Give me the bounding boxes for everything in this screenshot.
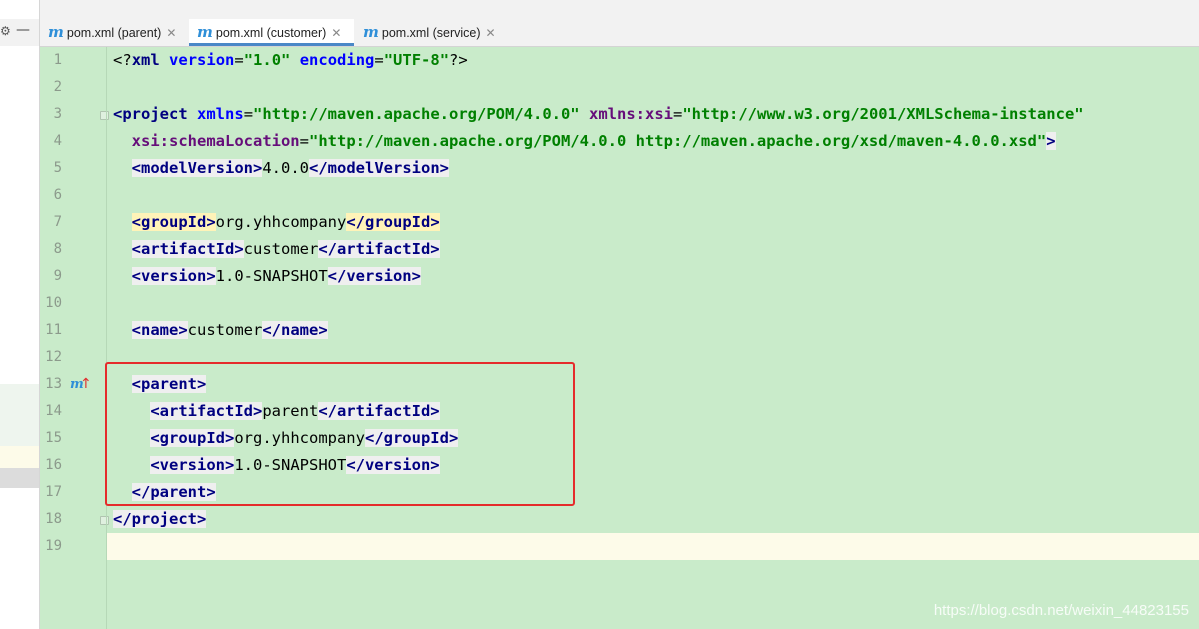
line-number: 10 [45, 295, 62, 311]
fold-toggle-icon[interactable] [100, 111, 109, 120]
tab-pom-service[interactable]: m pom.xml (service) ✕ [355, 19, 507, 46]
current-line-highlight [107, 533, 1199, 560]
fold-toggle-icon[interactable] [100, 516, 109, 525]
maven-icon: m [48, 23, 64, 41]
code-line-7: <groupId>org.yhhcompany</groupId> [131, 213, 440, 231]
line-number: 15 [45, 430, 62, 446]
gutter-divider [106, 47, 107, 629]
editor-tab-bar: m pom.xml (parent) ✕ m pom.xml (customer) ✕ … [40, 19, 1199, 47]
line-number: 6 [53, 187, 62, 203]
code-line-8: <artifactId>customer</artifactId> [131, 240, 440, 258]
navigate-up-arrow-icon[interactable]: ↑ [80, 371, 92, 398]
line-number: 12 [45, 349, 62, 365]
line-number: 13 [45, 376, 62, 392]
tree-row[interactable] [0, 446, 39, 468]
line-number: 4 [53, 133, 62, 149]
line-number: 9 [53, 268, 62, 284]
tab-pom-parent[interactable]: m pom.xml (parent) ✕ [40, 19, 186, 46]
line-number: 19 [45, 538, 62, 554]
project-tool-panel: ⚙ — [0, 0, 40, 629]
line-number: 16 [45, 457, 62, 473]
watermark: https://blog.csdn.net/weixin_44823155 [933, 602, 1189, 619]
code-line-4: xsi:schemaLocation="http://maven.apache.… [131, 132, 1056, 150]
code-line-1: <?xml version="1.0" encoding="UTF-8"?> [113, 51, 468, 69]
close-icon[interactable]: ✕ [331, 26, 341, 40]
line-number: 2 [53, 79, 62, 95]
line-number: 8 [53, 241, 62, 257]
tree-selection[interactable] [0, 384, 39, 446]
gear-icon[interactable]: ⚙ [0, 24, 11, 38]
code-line-18: </project> [113, 510, 207, 528]
code-line-11: <name>customer</name> [131, 321, 328, 339]
line-number: 17 [45, 484, 62, 500]
line-number: 7 [53, 214, 62, 230]
tab-label: pom.xml (customer) [215, 26, 327, 40]
line-number: 5 [53, 160, 62, 176]
code-editor[interactable]: 1 2 3 4 5 6 7 8 9 10 11 12 13 14 15 16 1… [40, 47, 1199, 629]
parent-block-highlight-box [105, 362, 575, 506]
close-icon[interactable]: ✕ [166, 26, 176, 40]
line-number: 1 [53, 52, 62, 68]
line-number-gutter: 1 2 3 4 5 6 7 8 9 10 11 12 13 14 15 16 1… [40, 47, 109, 629]
tab-label: pom.xml (service) [381, 26, 481, 40]
line-number: 18 [45, 511, 62, 527]
window-top-strip [0, 0, 1199, 20]
tab-label: pom.xml (parent) [66, 26, 162, 40]
minimize-icon[interactable]: — [16, 22, 30, 38]
code-line-9: <version>1.0-SNAPSHOT</version> [131, 267, 421, 285]
line-number: 14 [45, 403, 62, 419]
code-line-5: <modelVersion>4.0.0</modelVersion> [131, 159, 449, 177]
close-icon[interactable]: ✕ [486, 26, 496, 40]
line-number: 11 [45, 322, 62, 338]
maven-icon: m [363, 23, 379, 41]
maven-icon: m [197, 23, 213, 41]
line-number: 3 [53, 106, 62, 122]
tab-pom-customer[interactable]: m pom.xml (customer) ✕ [189, 19, 354, 46]
tree-row-selected[interactable] [0, 468, 39, 488]
code-line-3: <project xmlns="http://maven.apache.org/… [113, 105, 1084, 123]
